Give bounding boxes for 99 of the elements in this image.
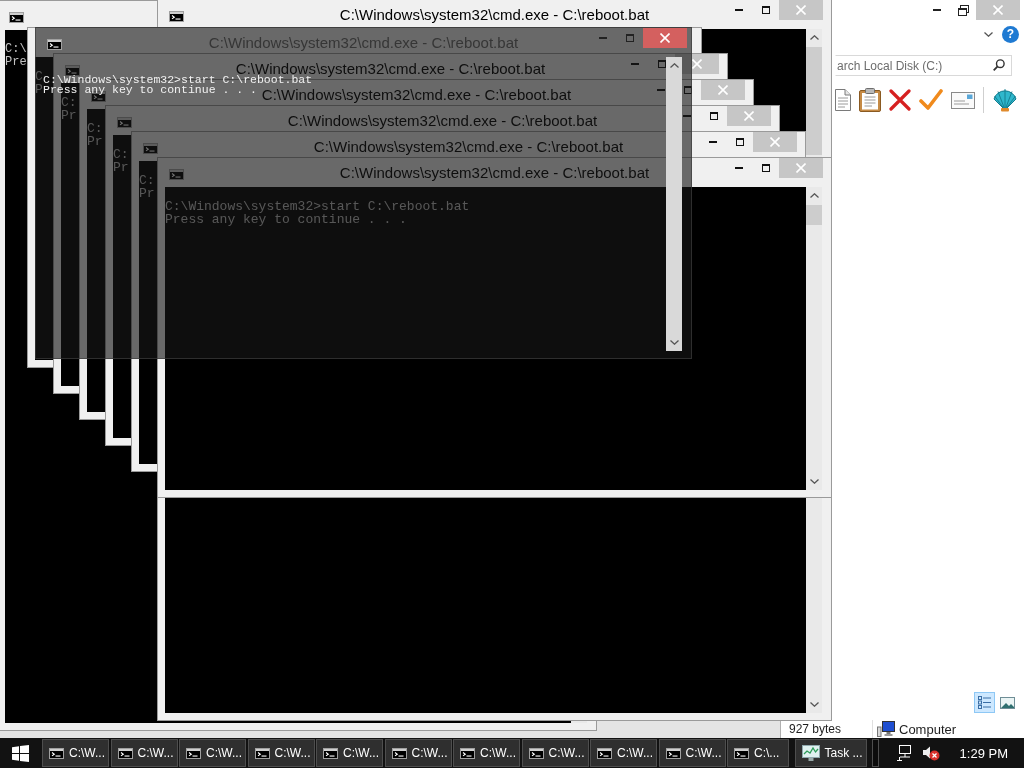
console-line: Pr <box>139 187 155 200</box>
help-button[interactable]: ? <box>1002 25 1019 43</box>
console-line: Pr <box>61 109 77 122</box>
chevron-down-icon <box>983 31 993 37</box>
window-title: C:\Windows\system32\cmd.exe - C:\reboot.bat <box>235 62 546 75</box>
scroll-thumb[interactable] <box>806 47 822 155</box>
taskbar-button[interactable]: C:\W... <box>42 739 109 767</box>
chevron-down-icon[interactable] <box>669 340 679 345</box>
taskbar-button[interactable]: C:\W... <box>384 739 452 767</box>
minimize-icon[interactable] <box>708 141 717 143</box>
console-line: Pr <box>113 161 129 174</box>
maximize-icon[interactable] <box>735 138 744 146</box>
envelope-icon[interactable] <box>951 91 975 109</box>
console-line: C:\Windows\system32>start C:\reboot.bat <box>165 200 470 213</box>
maximize-icon[interactable] <box>761 6 770 14</box>
terminal-icon <box>391 747 407 759</box>
taskbar-button[interactable]: Task ... <box>794 739 867 767</box>
taskbar-button[interactable]: C:\W... <box>453 739 520 767</box>
terminal-icon <box>49 747 64 759</box>
taskbar-button[interactable]: C:\W... <box>247 739 315 767</box>
network-icon[interactable] <box>895 745 912 761</box>
terminal-icon <box>117 747 133 759</box>
terminal-icon <box>169 11 184 22</box>
terminal-icon <box>47 39 62 50</box>
chevron-up-icon[interactable] <box>809 35 819 40</box>
taskbar-button[interactable] <box>872 739 879 767</box>
terminal-icon <box>597 747 612 759</box>
window-title: C:\Windows\system32\cmd.exe - C:\reboot.bat <box>339 8 650 21</box>
close-icon <box>796 5 806 15</box>
taskbar-button[interactable]: C:\W... <box>590 739 657 767</box>
console-line: C: <box>61 96 77 109</box>
chevron-up-icon[interactable] <box>669 63 679 68</box>
status-text: 927 bytes <box>789 722 842 736</box>
console-line: Press any key to continue . . . <box>43 85 257 95</box>
details-view-button[interactable] <box>974 692 995 713</box>
console-line: Pr <box>87 135 103 148</box>
clipboard-icon[interactable] <box>859 88 881 112</box>
status-text: Computer <box>899 721 957 737</box>
scrollbar[interactable] <box>666 57 682 351</box>
clock[interactable]: 1:29 PM <box>959 745 1008 761</box>
close-icon <box>660 33 670 43</box>
taskbar-button[interactable]: C:\W... <box>110 739 178 767</box>
terminal-icon <box>186 747 201 759</box>
computer-icon <box>877 721 895 737</box>
console-line: Press any key to continue . . . <box>165 213 407 226</box>
window-title: C:\Windows\system32\cmd.exe - C:\reboot.bat <box>339 166 650 179</box>
taskbar-button[interactable]: C:\W... <box>658 739 726 767</box>
search-icon[interactable] <box>993 59 1005 71</box>
four-panes-icon <box>11 744 29 762</box>
window-title: C:\Windows\system32\cmd.exe - C:\reboot.bat <box>313 140 624 153</box>
shell-icon[interactable] <box>992 88 1018 112</box>
console-line: Pre <box>5 56 27 69</box>
close-icon <box>744 111 754 121</box>
scrollbar[interactable] <box>806 187 822 490</box>
terminal-icon <box>117 117 132 128</box>
close-icon <box>692 59 702 69</box>
taskbar-button[interactable]: C:\... <box>727 739 789 767</box>
terminal-icon <box>528 747 544 759</box>
x-mark-icon[interactable] <box>889 89 911 111</box>
chevron-down-icon[interactable] <box>809 702 819 707</box>
close-icon <box>718 85 728 95</box>
scroll-thumb[interactable] <box>806 205 822 225</box>
window-title: C:\Windows\system32\cmd.exe - C:\reboot.bat <box>287 114 598 127</box>
console-line: C <box>35 70 43 83</box>
chevron-up-icon[interactable] <box>809 193 819 198</box>
terminal-icon <box>65 65 80 76</box>
picture-icon <box>1000 696 1015 709</box>
close-icon <box>993 5 1003 15</box>
terminal-icon <box>143 143 158 154</box>
chevron-down-icon[interactable] <box>809 479 819 484</box>
terminal-icon <box>734 747 749 759</box>
taskbar-button[interactable]: C:\W... <box>521 739 589 767</box>
console-line: C: <box>139 174 155 187</box>
minimize-icon[interactable] <box>734 167 743 169</box>
maximize-icon[interactable] <box>761 164 770 172</box>
console-line: C: <box>87 122 103 135</box>
console-line: C:\ <box>5 43 27 56</box>
terminal-icon <box>323 747 338 759</box>
taskbar-button[interactable]: C:\W... <box>179 739 246 767</box>
terminal-icon <box>254 747 270 759</box>
console-line: C: <box>113 148 129 161</box>
search-field[interactable]: arch Local Disk (C:) <box>835 55 1012 76</box>
taskbar-button[interactable]: C:\W... <box>316 739 383 767</box>
maximize-icon[interactable] <box>709 112 718 120</box>
check-mark-icon[interactable] <box>919 89 943 111</box>
close-icon <box>770 137 780 147</box>
monitor-chart-icon <box>801 745 820 761</box>
speaker-muted-icon[interactable] <box>921 745 940 761</box>
terminal-icon <box>460 747 475 759</box>
close-icon <box>796 163 806 173</box>
list-icon <box>978 696 991 709</box>
terminal-icon <box>9 12 24 23</box>
console-line: P <box>35 83 43 96</box>
terminal-icon <box>665 747 681 759</box>
restore-icon[interactable] <box>957 4 969 16</box>
minimize-icon[interactable] <box>734 9 743 11</box>
document-icon[interactable] <box>835 89 851 111</box>
terminal-icon <box>169 169 184 180</box>
window-title: C:\Windows\system32\cmd.exe - C:\reboot.bat <box>261 88 572 101</box>
